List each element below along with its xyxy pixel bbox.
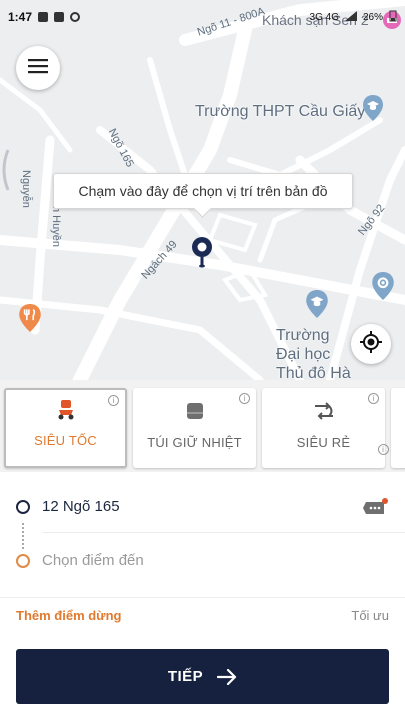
add-stop-button[interactable]: Thêm điểm dừng <box>16 608 121 623</box>
status-time: 1:47 <box>8 10 33 24</box>
notification-icon <box>38 12 49 22</box>
menu-button[interactable] <box>16 46 60 90</box>
destination-input[interactable]: Chọn điểm đến <box>42 552 144 569</box>
location-pin-icon[interactable] <box>191 236 213 273</box>
footer: TIẾP <box>0 633 405 720</box>
arrow-right-icon <box>217 668 237 685</box>
status-notification-icons <box>38 12 81 22</box>
restaurant-icon <box>19 304 41 337</box>
service-label: TÚI GIỮ NHIỆT <box>147 435 242 450</box>
note-button[interactable] <box>362 498 388 518</box>
next-label: TIẾP <box>167 668 204 685</box>
gear-poi-icon <box>372 272 394 305</box>
hamburger-icon <box>28 58 48 79</box>
service-card-tui-giu-nhiet[interactable]: i TÚI GIỮ NHIỆT <box>133 388 256 468</box>
thermal-bag-icon <box>184 400 206 427</box>
my-location-button[interactable] <box>351 324 391 364</box>
status-bar: 1:47 3G 4G 26% <box>0 0 405 34</box>
signal-icon <box>344 10 357 24</box>
service-card-more[interactable]: i <box>377 388 405 468</box>
pickup-address: 12 Ngõ 165 <box>42 498 120 515</box>
route-icon <box>312 400 336 427</box>
info-icon[interactable]: i <box>377 444 389 455</box>
pickup-dot-icon <box>16 499 30 514</box>
service-options: i SIÊU TỐC i TÚI GIỮ NHIỆT i SIÊU RẺ i <box>0 380 405 472</box>
network-label: 3G 4G <box>309 11 339 23</box>
service-card-sieu-toc[interactable]: i SIÊU TỐC <box>4 388 127 468</box>
map-view[interactable]: Ngõ 11 - 800A Ngõ 165 Nguyễn n Huyền Ngá… <box>0 0 405 380</box>
battery-icon <box>389 10 397 25</box>
battery-label: 26% <box>362 11 383 23</box>
street-label: n Huyền <box>50 206 62 247</box>
notification-icon <box>54 12 65 22</box>
info-icon[interactable]: i <box>368 393 379 404</box>
street-label: Nguyễn <box>20 170 32 208</box>
crosshair-icon <box>359 330 383 359</box>
stops-bar: Thêm điểm dừng Tối ưu <box>0 597 405 633</box>
poi-label: Trường Đại học Thủ đô Hà Nội <box>276 327 351 380</box>
side-drawer-handle[interactable] <box>0 148 12 192</box>
pickup-row[interactable]: 12 Ngõ 165 <box>16 498 120 515</box>
school-icon <box>306 290 328 323</box>
service-card-sieu-re[interactable]: i SIÊU RẺ <box>262 388 385 468</box>
divider <box>42 532 405 533</box>
info-icon[interactable]: i <box>239 393 250 404</box>
address-panel: 12 Ngõ 165 Chọn điểm đến <box>0 472 405 588</box>
map-tooltip[interactable]: Chạm vào đây để chọn vị trí trên bản đồ <box>53 173 353 209</box>
status-system-icons: 3G 4G 26% <box>310 10 397 25</box>
next-button[interactable]: TIẾP <box>16 649 389 704</box>
destination-dot-icon <box>16 553 30 568</box>
poi-label: Trường THPT Cầu Giấy <box>195 103 366 120</box>
school-icon <box>363 95 383 126</box>
scooter-icon <box>55 398 77 425</box>
service-label: SIÊU TỐC <box>34 433 97 448</box>
info-icon[interactable]: i <box>108 395 119 406</box>
route-connector <box>22 523 24 549</box>
destination-row[interactable]: Chọn điểm đến <box>16 552 144 569</box>
tooltip-text: Chạm vào đây để chọn vị trí trên bản đồ <box>78 183 328 199</box>
service-label: SIÊU RẺ <box>296 435 351 450</box>
notification-icon <box>70 12 81 22</box>
optimize-button[interactable]: Tối ưu <box>351 608 389 623</box>
